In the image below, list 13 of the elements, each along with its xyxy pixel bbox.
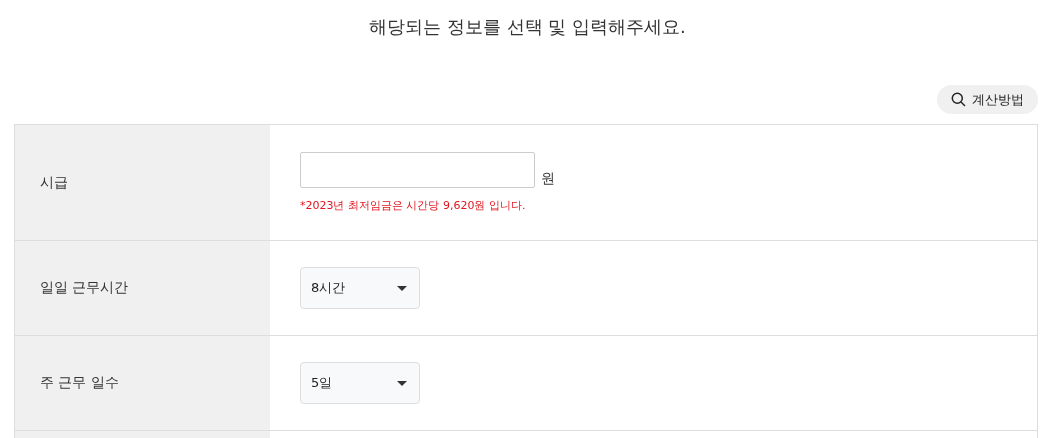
caret-icon — [397, 380, 407, 386]
row-label: 시급 — [40, 173, 68, 192]
caret-icon — [397, 285, 407, 291]
minimum-wage-note: *2023년 최저임금은 시간당 9,620원 입니다. — [300, 198, 527, 213]
hourly-wage-field[interactable] — [300, 152, 535, 188]
page-heading: 해당되는 정보를 선택 및 입력해주세요. — [368, 15, 687, 39]
calculation-method-button[interactable]: 계산방법 — [937, 85, 1038, 114]
unit-label: 원 — [541, 170, 555, 188]
row-label: 주 근무 일수 — [40, 374, 119, 392]
search-icon — [951, 92, 966, 107]
dropdown[interactable]: 5일 — [300, 362, 420, 404]
dropdown[interactable]: 8시간 — [300, 267, 420, 309]
row-label: 일일 근무시간 — [40, 279, 129, 297]
